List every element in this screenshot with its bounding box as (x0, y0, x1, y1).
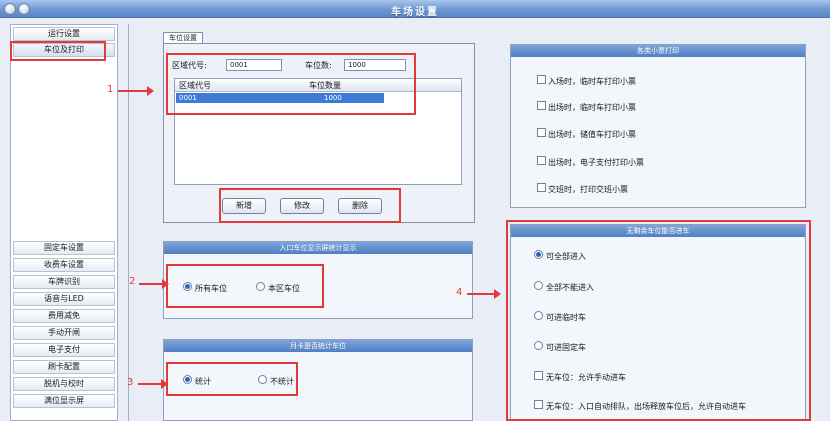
cell-count: 1000 (324, 94, 342, 102)
sidebar-item-space-print[interactable]: 车位及打印 (13, 43, 115, 57)
radio-fixed-enter-label: 可进固定车 (546, 343, 586, 352)
check-entry-temp[interactable] (537, 75, 546, 84)
delete-button[interactable]: 删除 (338, 198, 382, 214)
radio-temp-enter[interactable] (534, 311, 543, 320)
check-manual-entry-label: 无车位：允许手动进车 (546, 373, 626, 382)
sidebar-item-run-settings[interactable]: 运行设置 (13, 27, 115, 41)
entrance-display-title: 入口车位显示屏统计显示 (164, 242, 472, 254)
sidebar-item-full-display[interactable]: 满位显示屏 (13, 394, 115, 408)
annotation-3: 3 (127, 377, 134, 388)
radio-all-spaces[interactable] (183, 282, 192, 291)
radio-zone-spaces-label: 本区车位 (268, 284, 300, 293)
no-space-title: 无剩余车位能否进车 (511, 225, 805, 237)
radio-no-count[interactable] (258, 375, 267, 384)
check-exit-epay-label: 出场时，电子支付打印小票 (548, 158, 644, 167)
radio-count[interactable] (183, 375, 192, 384)
check-shift-change[interactable] (537, 183, 546, 192)
check-exit-temp-label: 出场时，临时车打印小票 (548, 103, 636, 112)
radio-temp-enter-label: 可进临时车 (546, 313, 586, 322)
sidebar: 运行设置 车位及打印 固定车设置 收费车设置 车牌识别 语音与LED 费用减免 … (10, 24, 118, 421)
sidebar-item-plate-recognition[interactable]: 车牌识别 (13, 275, 115, 289)
arrow-right-icon (139, 279, 169, 289)
arrow-right-icon (118, 86, 154, 96)
arrow-right-icon (467, 289, 501, 299)
zone-code-label: 区域代号: (172, 61, 207, 70)
radio-all-spaces-label: 所有车位 (195, 284, 227, 293)
table-header: 区域代号 车位数量 (175, 79, 461, 92)
space-count-input[interactable]: 1000 (344, 59, 406, 71)
sidebar-item-charge-vehicle[interactable]: 收费车设置 (13, 258, 115, 272)
radio-none-enter-label: 全部不能进入 (546, 283, 594, 292)
arrow-right-icon (138, 379, 168, 389)
sidebar-item-manual-gate[interactable]: 手动开闸 (13, 326, 115, 340)
radio-count-label: 统计 (195, 377, 211, 386)
check-shift-change-label: 交班时，打印交班小票 (548, 185, 628, 194)
check-entry-temp-label: 入场时，临时车打印小票 (548, 77, 636, 86)
table-row[interactable]: 0001 1000 (176, 93, 384, 103)
zone-table[interactable]: 区域代号 车位数量 0001 1000 (174, 78, 462, 185)
radio-none-enter[interactable] (534, 281, 543, 290)
sidebar-item-voice-led[interactable]: 语音与LED (13, 292, 115, 306)
radio-all-enter-label: 可全部进入 (546, 252, 586, 261)
radio-all-enter[interactable] (534, 250, 543, 259)
check-exit-stored[interactable] (537, 128, 546, 137)
radio-fixed-enter[interactable] (534, 341, 543, 350)
radio-no-count-label: 不统计 (270, 377, 294, 386)
entrance-display-panel: 入口车位显示屏统计显示 (163, 241, 473, 319)
annotation-4: 4 (456, 287, 463, 298)
check-exit-epay[interactable] (537, 156, 546, 165)
ticket-print-title: 各类小票打印 (511, 45, 805, 57)
check-manual-entry[interactable] (534, 371, 543, 380)
cell-zone: 0001 (179, 94, 197, 102)
col-space-count[interactable]: 车位数量 (309, 80, 341, 91)
space-count-label: 车位数: (305, 61, 332, 70)
window-title: 车场设置 (391, 7, 439, 18)
sidebar-item-offline-time[interactable]: 脱机与校时 (13, 377, 115, 391)
zone-code-input[interactable]: 0001 (226, 59, 282, 71)
check-auto-queue[interactable] (534, 400, 543, 409)
add-button[interactable]: 新增 (222, 198, 266, 214)
divider (128, 24, 129, 421)
radio-zone-spaces[interactable] (256, 282, 265, 291)
edit-button[interactable]: 修改 (280, 198, 324, 214)
sidebar-item-card-config[interactable]: 刷卡配置 (13, 360, 115, 374)
sidebar-item-fee-reduction[interactable]: 费用减免 (13, 309, 115, 323)
check-auto-queue-label: 无车位：入口自动排队，出场释放车位后，允许自动进车 (546, 402, 746, 411)
annotation-1: 1 (107, 84, 114, 95)
annotation-2: 2 (129, 276, 136, 287)
col-zone-code[interactable]: 区域代号 (179, 80, 211, 91)
sidebar-item-e-payment[interactable]: 电子支付 (13, 343, 115, 357)
sidebar-item-fixed-vehicle[interactable]: 固定车设置 (13, 241, 115, 255)
check-exit-stored-label: 出场时，储值车打印小票 (548, 130, 636, 139)
monthly-count-title: 月卡是否统计车位 (164, 340, 472, 352)
title-bar: 车场设置 (0, 0, 830, 18)
check-exit-temp[interactable] (537, 101, 546, 110)
